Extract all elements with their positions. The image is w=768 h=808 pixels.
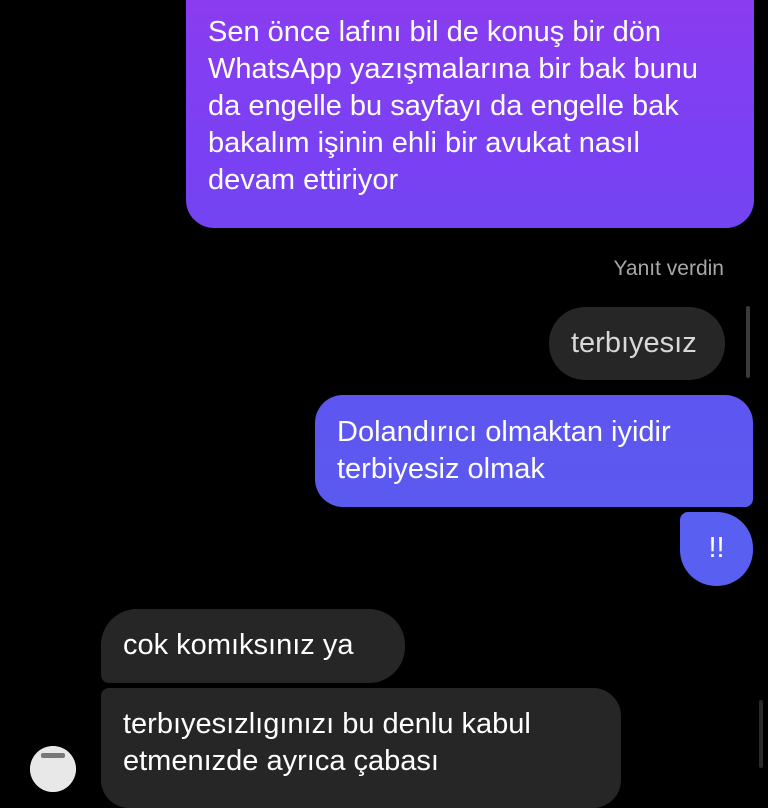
incoming-message-bubble[interactable]: cok komıksınız ya: [101, 609, 405, 683]
incoming-message-bubble[interactable]: terbıyesızlıgınızı bu denlu kabul etmenı…: [101, 688, 621, 808]
avatar[interactable]: [30, 746, 76, 792]
chat-thread: Sen önce lafını bil de konuş bir dön Wha…: [0, 0, 768, 808]
message-text: cok komıksınız ya: [123, 629, 354, 661]
reply-indicator-bar: [746, 306, 750, 378]
quoted-text: terbıyesız: [571, 327, 697, 359]
profile-avatar-icon: [30, 746, 76, 792]
reply-label: Yanıt verdin: [613, 257, 724, 280]
message-text: Sen önce lafını bil de konuş bir dön Wha…: [208, 16, 699, 196]
message-text: Dolandırıcı olmaktan iyidir terbiyesiz o…: [337, 416, 671, 485]
scrollbar[interactable]: [759, 700, 763, 768]
message-text: terbıyesızlıgınızı bu denlu kabul etmenı…: [123, 708, 531, 777]
message-text: !!: [708, 532, 725, 564]
quoted-reply-bubble[interactable]: terbıyesız: [549, 307, 725, 380]
outgoing-message-bubble[interactable]: Dolandırıcı olmaktan iyidir terbiyesiz o…: [315, 395, 753, 507]
outgoing-message-bubble[interactable]: !!: [680, 512, 753, 586]
outgoing-message-bubble[interactable]: Sen önce lafını bil de konuş bir dön Wha…: [186, 0, 754, 228]
